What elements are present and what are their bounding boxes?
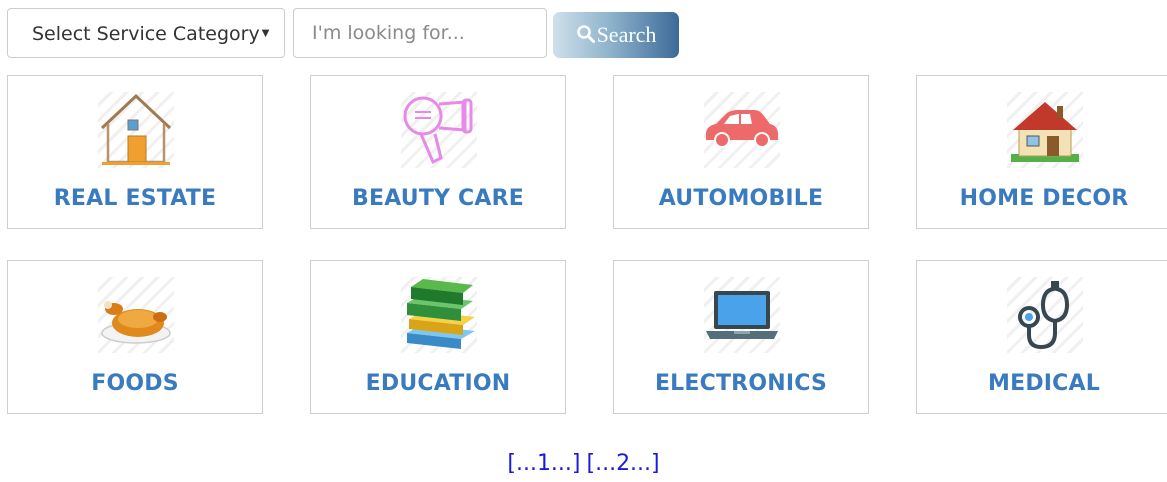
category-card-real-estate[interactable]: REAL ESTATE — [7, 75, 263, 229]
chevron-down-icon: ▼ — [259, 25, 272, 40]
category-card-beauty-care[interactable]: BEAUTY CARE — [310, 75, 566, 229]
search-input[interactable] — [293, 8, 547, 58]
category-card-electronics[interactable]: ELECTRONICS — [613, 260, 869, 414]
category-label: ELECTRONICS — [654, 371, 828, 396]
category-label: MEDICAL — [988, 371, 1100, 396]
category-label: AUTOMOBILE — [658, 186, 824, 211]
roast-chicken-icon — [101, 301, 171, 344]
laptop-icon — [706, 291, 778, 339]
car-icon — [706, 110, 778, 148]
page-link-1[interactable]: [...1...] — [507, 451, 580, 476]
category-select-value: Select Service Category — [32, 23, 260, 45]
search-bar: Select Service Category ▼ Search — [7, 8, 687, 58]
pagination: [...1...] [...2...] — [0, 450, 1167, 476]
category-card-home-decor[interactable]: HOME DECOR — [916, 75, 1167, 229]
category-card-foods[interactable]: FOODS — [7, 260, 263, 414]
category-card-medical[interactable]: MEDICAL — [916, 260, 1167, 414]
category-label: REAL ESTATE — [53, 186, 217, 211]
books-icon — [407, 279, 475, 349]
search-button[interactable]: Search — [553, 12, 679, 58]
page-link-2[interactable]: [...2...] — [587, 451, 660, 476]
category-label: HOME DECOR — [959, 186, 1129, 211]
search-icon — [576, 25, 595, 43]
category-label: EDUCATION — [365, 371, 511, 396]
category-card-automobile[interactable]: AUTOMOBILE — [613, 75, 869, 229]
stethoscope-icon — [1018, 281, 1070, 350]
home-decor-icon — [1011, 102, 1079, 162]
category-label: BEAUTY CARE — [352, 186, 524, 211]
house-icon — [100, 93, 172, 165]
category-select[interactable]: Select Service Category ▼ — [7, 8, 285, 58]
hair-dryer-icon — [403, 96, 473, 165]
category-label: FOODS — [91, 371, 179, 396]
search-button-label: Search — [596, 22, 657, 47]
category-card-education[interactable]: EDUCATION — [310, 260, 566, 414]
